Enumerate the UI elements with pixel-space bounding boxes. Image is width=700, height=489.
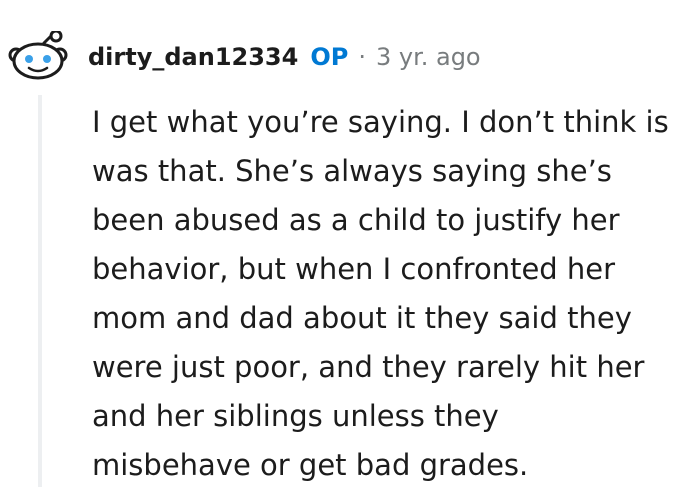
comment-body-line: misbehave or get bad grades. bbox=[92, 448, 529, 482]
comment-body-line: and her siblings unless they bbox=[92, 399, 499, 433]
comment-header: dirty_dan12334 OP · 3 yr. ago bbox=[8, 31, 481, 83]
reddit-snoo-avatar-icon[interactable] bbox=[8, 31, 68, 83]
op-badge: OP bbox=[310, 43, 349, 71]
thread-collapse-line[interactable] bbox=[38, 95, 42, 487]
comment-body-line: was that. She’s always saying she’s bbox=[92, 154, 612, 188]
author-username[interactable]: dirty_dan12334 bbox=[88, 43, 298, 71]
comment-body: I get what you’re saying. I don’t think … bbox=[92, 98, 692, 489]
comment-body-line: were just poor, and they rarely hit her bbox=[92, 350, 645, 384]
comment: dirty_dan12334 OP · 3 yr. ago I get what… bbox=[0, 0, 700, 489]
comment-timestamp[interactable]: 3 yr. ago bbox=[376, 43, 481, 71]
comment-body-line: behavior, but when I confronted her bbox=[92, 252, 616, 286]
comment-body-line: mom and dad about it they said they bbox=[92, 301, 632, 335]
meta-separator: · bbox=[358, 43, 366, 71]
author-line: dirty_dan12334 OP · 3 yr. ago bbox=[88, 43, 481, 71]
comment-body-line: been abused as a child to justify her bbox=[92, 203, 620, 237]
comment-body-line: I get what you’re saying. I don’t think … bbox=[92, 105, 669, 139]
